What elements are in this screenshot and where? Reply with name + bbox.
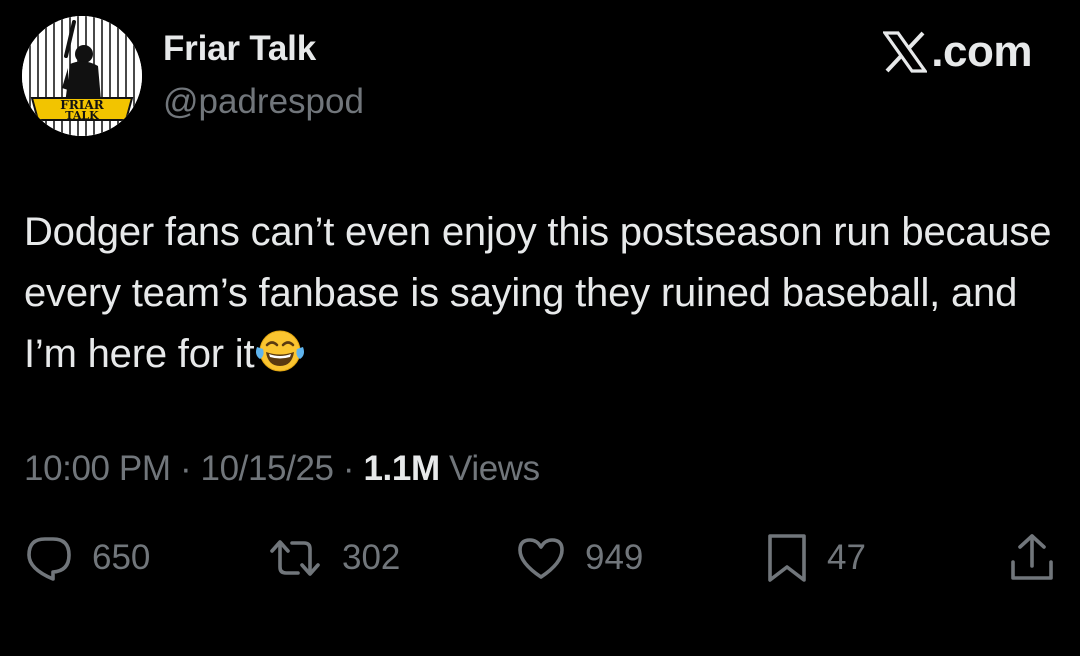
tweet-time[interactable]: 10:00 PM [24, 449, 171, 488]
tweet-date[interactable]: 10/15/25 [201, 449, 334, 488]
meta-separator: · [333, 449, 364, 488]
face-with-tears-of-joy-icon [254, 329, 306, 373]
like-button[interactable]: 949 [515, 530, 643, 586]
tweet-body: Dodger fans can’t even enjoy this postse… [24, 210, 1052, 376]
reply-icon [27, 537, 71, 581]
reply-button[interactable]: 650 [24, 530, 150, 586]
share-icon [1011, 534, 1053, 580]
meta-separator: · [170, 449, 201, 488]
heart-icon [518, 538, 564, 579]
bookmark-button[interactable]: 47 [765, 530, 866, 586]
bookmark-count: 47 [827, 538, 866, 577]
retweet-count: 302 [342, 538, 401, 577]
friar-talk-logo-icon: FRIAR TALK [22, 16, 142, 136]
tweet-actions: 650 302 949 47 [0, 530, 1080, 586]
x-logo-icon [883, 31, 928, 73]
like-count: 949 [585, 538, 644, 577]
brand-domain-text: .com [931, 27, 1032, 76]
views-count: 1.1M [363, 449, 440, 488]
views-label: Views [439, 449, 540, 488]
x-brand: .com [883, 28, 1032, 76]
retweet-button[interactable]: 302 [266, 530, 400, 586]
author-handle[interactable]: @padrespod [163, 82, 364, 122]
tweet-text: Dodger fans can’t even enjoy this postse… [24, 202, 1074, 385]
reply-count: 650 [92, 538, 151, 577]
svg-text:TALK: TALK [65, 109, 99, 122]
bookmark-icon [768, 534, 806, 582]
tweet-meta: 10:00 PM · 10/15/25 · 1.1M Views [24, 449, 540, 489]
avatar[interactable]: FRIAR TALK [22, 16, 142, 136]
share-button[interactable] [1008, 530, 1056, 586]
author-name[interactable]: Friar Talk [163, 29, 316, 69]
retweet-icon [270, 540, 320, 576]
